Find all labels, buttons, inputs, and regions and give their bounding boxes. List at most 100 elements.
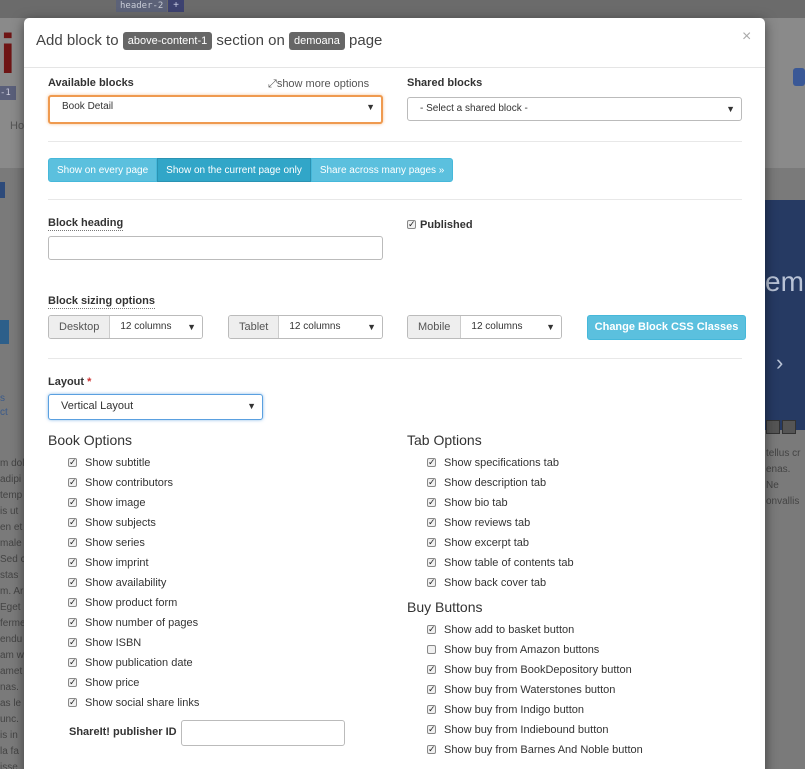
option-checkbox[interactable]: Show excerpt tab xyxy=(427,536,529,550)
shareit-publisher-id-input[interactable] xyxy=(181,720,345,746)
bg-left-link: ct xyxy=(0,407,8,418)
section-tag: above-content-1 xyxy=(122,32,213,50)
bg-slider-text: em xyxy=(765,266,804,297)
option-checkbox[interactable]: Show imprint xyxy=(68,556,149,570)
bg-text-line: tellus cr xyxy=(766,448,801,459)
option-label: Show buy from Indiebound button xyxy=(444,724,609,736)
layout-select[interactable]: Vertical Layout ▼ xyxy=(48,394,263,420)
option-checkbox[interactable]: Show bio tab xyxy=(427,496,508,510)
option-label: Show buy from Barnes And Noble button xyxy=(444,744,643,756)
option-checkbox[interactable]: Show buy from Amazon buttons xyxy=(427,643,599,657)
checkbox-icon[interactable] xyxy=(68,696,77,710)
option-checkbox[interactable]: Show contributors xyxy=(68,476,173,490)
option-checkbox[interactable]: Show reviews tab xyxy=(427,516,530,530)
available-blocks-select[interactable]: Book Detail ▼ xyxy=(48,95,383,124)
option-checkbox[interactable]: Show buy from Indigo button xyxy=(427,703,584,717)
checkbox-icon[interactable] xyxy=(68,516,77,530)
checkbox-icon[interactable] xyxy=(407,218,416,232)
checkbox-icon[interactable] xyxy=(427,536,436,550)
checkbox-icon[interactable] xyxy=(68,556,77,570)
checkbox-icon[interactable] xyxy=(427,456,436,470)
checkbox-icon[interactable] xyxy=(427,703,436,717)
show-current-page-button[interactable]: Show on the current page only xyxy=(157,158,311,182)
checkbox-icon[interactable] xyxy=(68,456,77,470)
option-checkbox[interactable]: Show number of pages xyxy=(68,616,198,630)
option-checkbox[interactable]: Show ISBN xyxy=(68,636,141,650)
visibility-button-group: Show on every page Show on the current p… xyxy=(48,158,454,182)
option-checkbox[interactable]: Show availability xyxy=(68,576,166,590)
bg-text-line: as le xyxy=(0,698,22,709)
checkbox-icon[interactable] xyxy=(68,536,77,550)
share-across-pages-button[interactable]: Share across many pages » xyxy=(310,158,454,182)
checkbox-icon[interactable] xyxy=(68,476,77,490)
bg-slider-next-icon: › xyxy=(776,350,784,375)
checkbox-icon[interactable] xyxy=(68,636,77,650)
checkbox-icon[interactable] xyxy=(427,683,436,697)
option-checkbox[interactable]: Show subtitle xyxy=(68,456,150,470)
block-sizing-label: Block sizing options xyxy=(48,295,155,309)
checkbox-icon[interactable] xyxy=(68,496,77,510)
option-checkbox[interactable]: Show product form xyxy=(68,596,177,610)
option-checkbox[interactable]: Show buy from Indiebound button xyxy=(427,723,609,737)
option-checkbox[interactable]: Show publication date xyxy=(68,656,193,670)
checkbox-icon[interactable] xyxy=(68,676,77,690)
tablet-columns-group[interactable]: Tablet 12 columns ▼ xyxy=(228,315,383,339)
option-checkbox[interactable]: Show add to basket button xyxy=(427,623,574,637)
option-label: Show price xyxy=(85,677,140,689)
option-label: Show table of contents tab xyxy=(444,557,574,569)
layout-label-text: Layout xyxy=(48,376,85,388)
checkbox-icon[interactable] xyxy=(427,723,436,737)
change-css-classes-button[interactable]: Change Block CSS Classes xyxy=(587,315,746,340)
option-label: Show buy from Waterstones button xyxy=(444,684,616,696)
tablet-columns-select[interactable]: 12 columns ▼ xyxy=(279,316,382,338)
checkbox-icon[interactable] xyxy=(68,656,77,670)
bg-pause-icon xyxy=(782,420,796,434)
page-tag: demoana xyxy=(288,32,345,50)
checkbox-icon[interactable] xyxy=(68,596,77,610)
option-checkbox[interactable]: Show buy from Barnes And Noble button xyxy=(427,743,643,757)
layout-label: Layout * xyxy=(48,376,91,388)
option-checkbox[interactable]: Show buy from Waterstones button xyxy=(427,683,615,697)
option-checkbox[interactable]: Show series xyxy=(68,536,145,550)
checkbox-icon[interactable] xyxy=(68,576,77,590)
shared-blocks-select[interactable]: - Select a shared block - ▼ xyxy=(407,97,742,121)
mobile-columns-select[interactable]: 12 columns ▼ xyxy=(461,316,561,338)
checkbox-icon[interactable] xyxy=(427,556,436,570)
option-label: Show contributors xyxy=(85,477,174,489)
show-every-page-button[interactable]: Show on every page xyxy=(48,158,158,182)
checkbox-icon[interactable] xyxy=(427,476,436,490)
close-icon[interactable]: × xyxy=(742,28,751,46)
option-checkbox[interactable]: Show table of contents tab xyxy=(427,556,574,570)
desktop-columns-select[interactable]: 12 columns ▼ xyxy=(110,316,202,338)
option-checkbox[interactable]: Show image xyxy=(68,496,146,510)
available-blocks-label: Available blocks xyxy=(48,77,134,89)
bg-text-line: en et xyxy=(0,522,23,533)
checkbox-icon[interactable] xyxy=(427,496,436,510)
show-more-options-link[interactable]: ⤢show more options xyxy=(268,77,369,91)
mobile-columns-group[interactable]: Mobile 12 columns ▼ xyxy=(407,315,562,339)
checkbox-icon[interactable] xyxy=(427,623,436,637)
published-checkbox[interactable]: Published xyxy=(407,218,473,232)
checkbox-icon[interactable] xyxy=(427,663,436,677)
block-heading-input[interactable] xyxy=(48,236,383,260)
title-suffix: page xyxy=(349,32,383,49)
checkbox-icon[interactable] xyxy=(427,576,436,590)
option-checkbox[interactable]: Show social share links xyxy=(68,696,199,710)
checkbox-icon[interactable] xyxy=(68,616,77,630)
caret-down-icon: ▼ xyxy=(546,322,555,332)
checkbox-icon[interactable] xyxy=(427,743,436,757)
bg-text-line: m dolo xyxy=(0,458,26,469)
option-checkbox[interactable]: Show price xyxy=(68,676,139,690)
option-checkbox[interactable]: Show specifications tab xyxy=(427,456,559,470)
option-checkbox[interactable]: Show buy from BookDepository button xyxy=(427,663,632,677)
option-checkbox[interactable]: Show description tab xyxy=(427,476,546,490)
bg-text-line: isse xyxy=(0,762,18,769)
desktop-columns-group[interactable]: Desktop 12 columns ▼ xyxy=(48,315,203,339)
option-checkbox[interactable]: Show back cover tab xyxy=(427,576,546,590)
bg-left-links: s ct xyxy=(0,392,8,420)
option-checkbox[interactable]: Show subjects xyxy=(68,516,156,530)
option-label: Show ISBN xyxy=(85,637,142,649)
checkbox-icon[interactable] xyxy=(427,645,436,654)
checkbox-icon[interactable] xyxy=(427,516,436,530)
divider xyxy=(48,358,742,359)
